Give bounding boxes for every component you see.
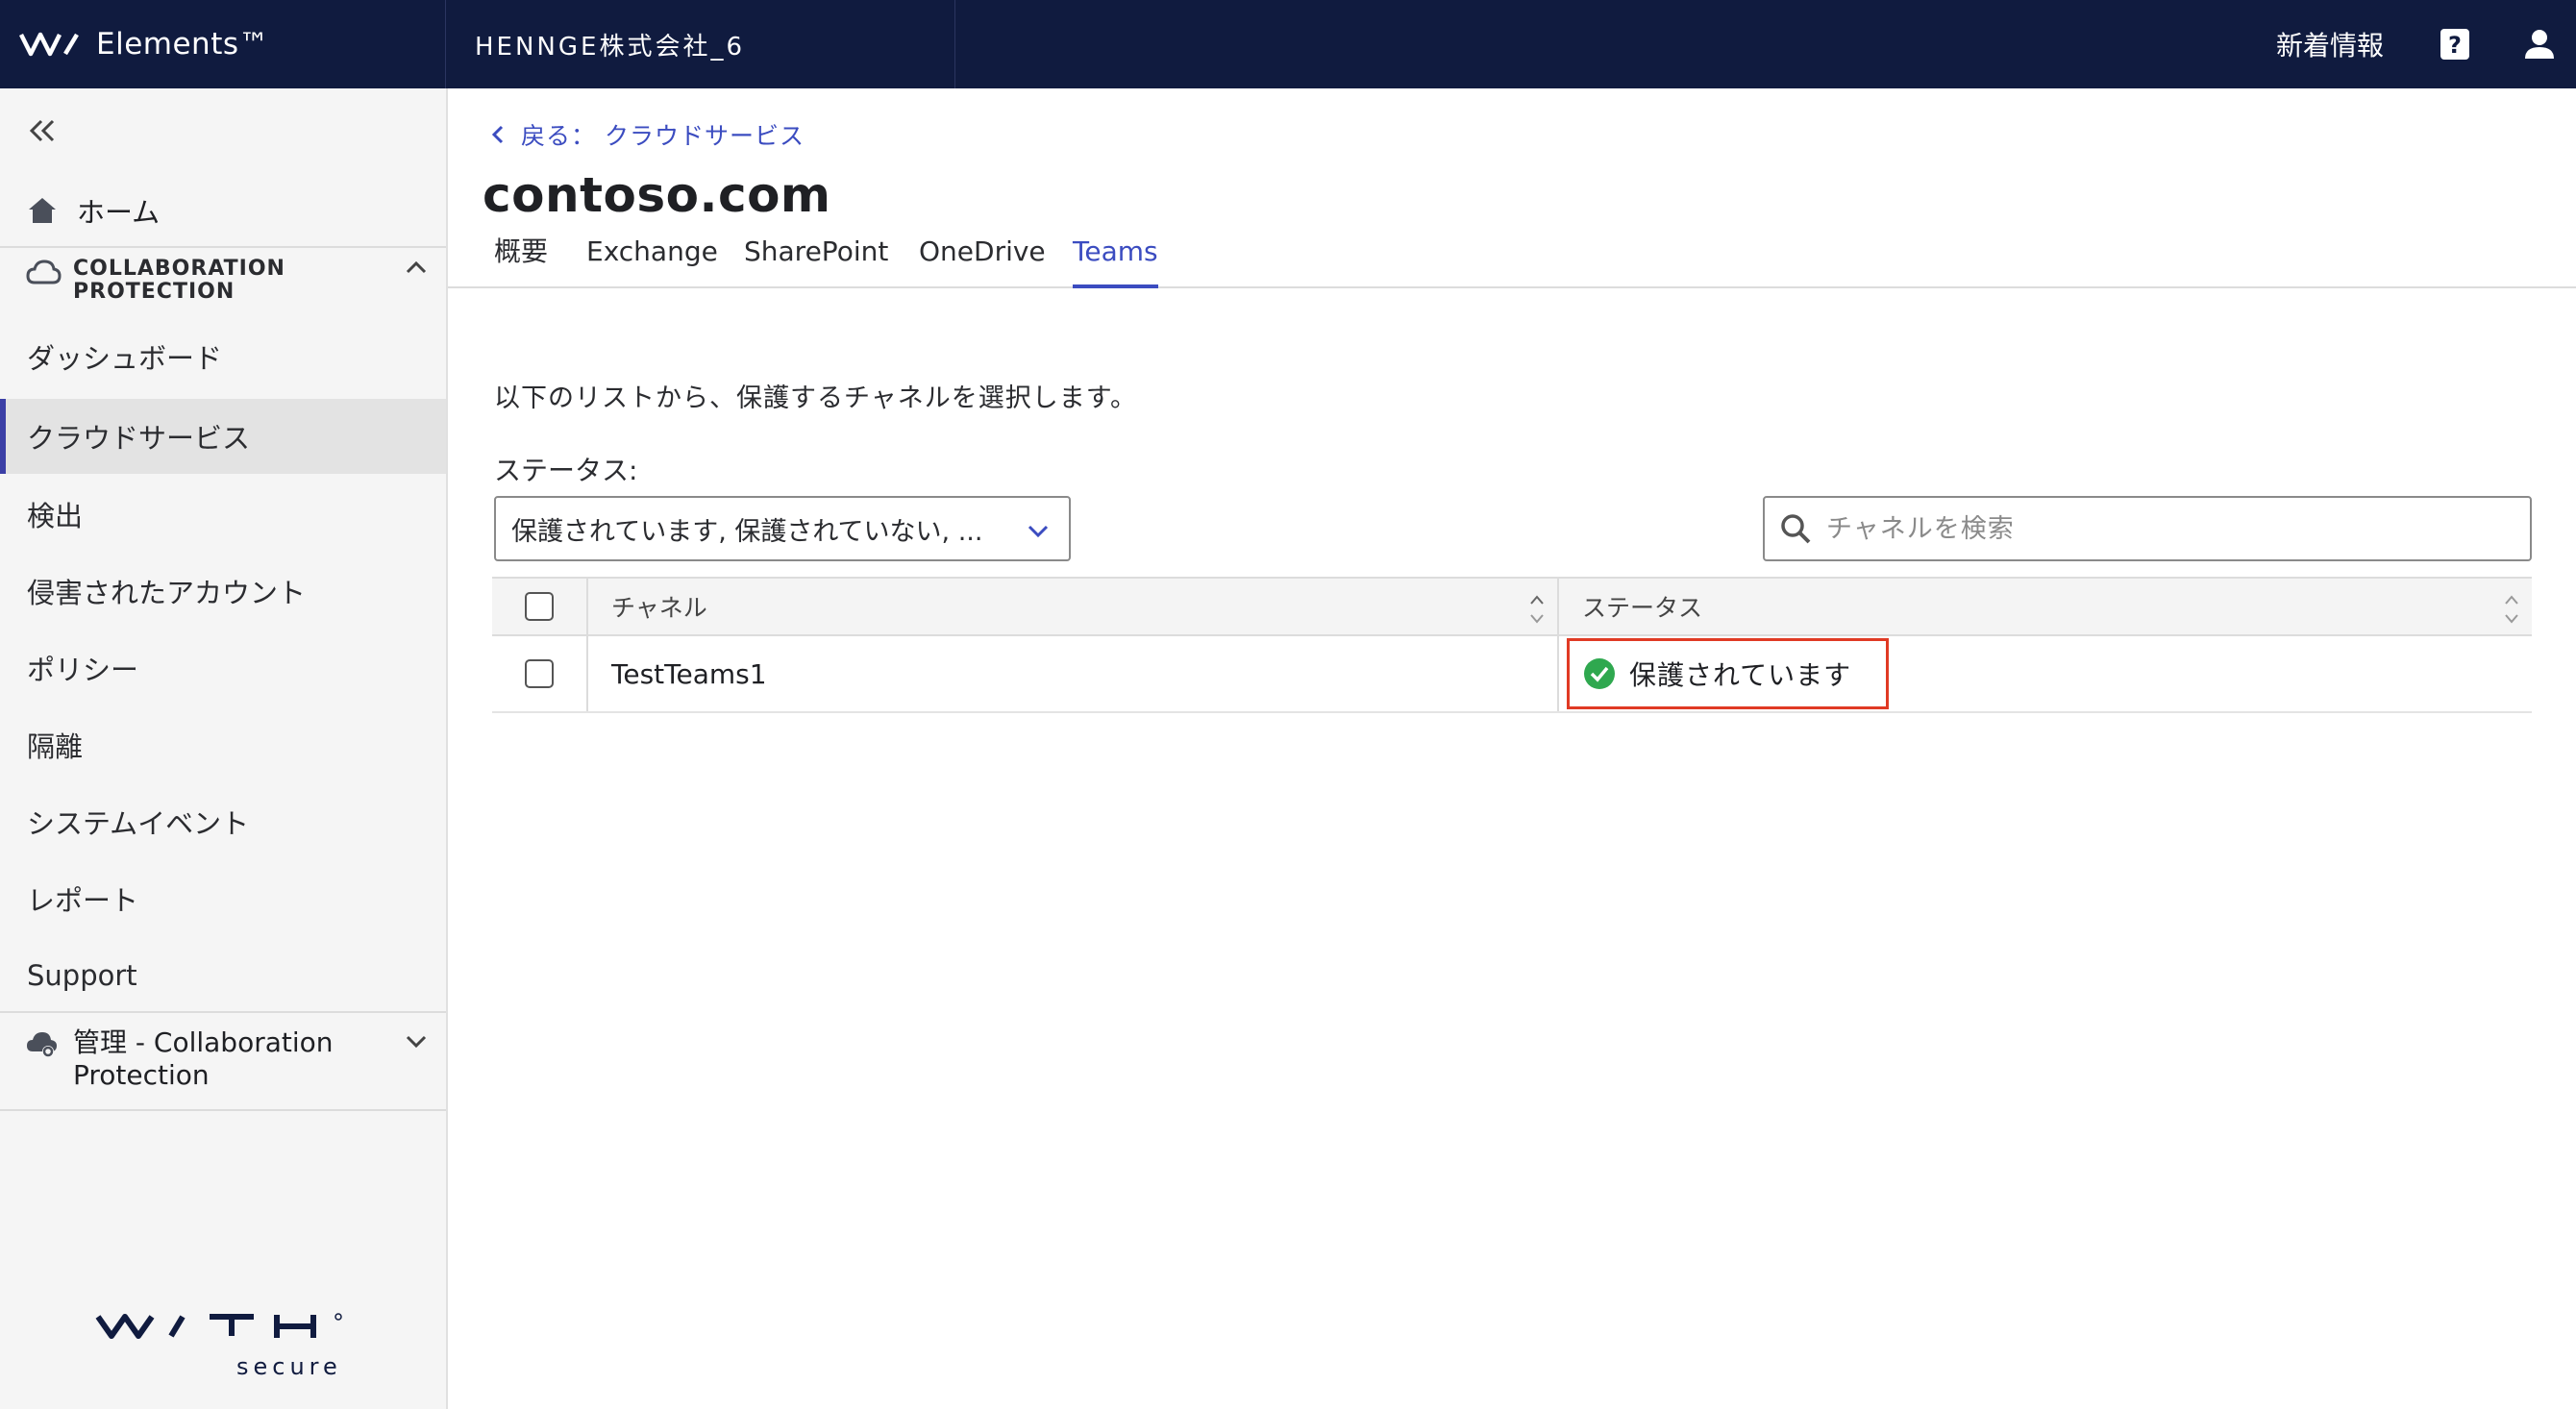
brand[interactable]: Elements™ <box>19 0 446 88</box>
chevron-down-icon[interactable] <box>402 1026 431 1055</box>
status-badge: 保護されています <box>1567 638 1890 709</box>
main-content: 戻る： クラウドサービス contoso.com 概要 Exchange Sha… <box>448 88 2576 1409</box>
channel-search[interactable] <box>1763 496 2532 561</box>
chevron-up-icon[interactable] <box>402 254 431 283</box>
check-circle-icon <box>1584 658 1615 689</box>
row-checkbox-cell <box>492 636 588 711</box>
status-filter-label: ステータス: <box>494 455 638 486</box>
select-all-checkbox[interactable] <box>525 592 554 621</box>
brand-logo-icon <box>19 32 79 57</box>
status-filter-value: 保護されています, 保護されていない, ... <box>511 516 983 547</box>
status-filter-select[interactable]: 保護されています, 保護されていない, ... <box>494 496 1071 561</box>
tab-onedrive[interactable]: OneDrive <box>919 233 1046 288</box>
help-icon[interactable]: ? <box>2434 23 2476 65</box>
sidebar-item-compromised-accounts[interactable]: 侵害されたアカウント <box>0 554 446 629</box>
sort-icon[interactable] <box>2501 590 2522 629</box>
table-header: チャネル ステータス <box>492 577 2532 636</box>
sidebar-item-label: Support <box>27 959 137 992</box>
sidebar-item-label: クラウドサービス <box>27 422 251 455</box>
sidebar-item-label: 侵害されたアカウント <box>27 577 307 609</box>
column-header-label: ステータス <box>1582 594 1703 622</box>
chevron-left-icon <box>491 125 504 144</box>
column-header-label: チャネル <box>611 594 707 622</box>
top-bar: Elements™ HENNGE株式会社_6 新着情報 ? <box>0 0 2576 88</box>
sidebar-item-label: システムイベント <box>27 807 250 840</box>
sidebar-item-detections[interactable]: 検出 <box>0 477 446 552</box>
section-label: COLLABORATION PROTECTION <box>73 257 285 304</box>
tab-bar: 概要 Exchange SharePoint OneDrive Teams <box>448 233 2576 288</box>
top-right-actions: 新着情報 ? <box>2276 0 2576 88</box>
channel-cell: TestTeams1 <box>588 636 1559 711</box>
channel-name: TestTeams1 <box>611 657 767 690</box>
back-link[interactable]: 戻る： クラウドサービス <box>488 117 805 152</box>
tab-sharepoint[interactable]: SharePoint <box>744 233 888 288</box>
section-label: 管理 - Collaboration Protection <box>73 1026 334 1091</box>
sidebar-item-support[interactable]: Support <box>0 938 446 1013</box>
chevron-down-icon <box>1028 525 1049 538</box>
org-name[interactable]: HENNGE株式会社_6 <box>446 0 955 88</box>
home-icon <box>29 198 56 223</box>
sidebar-item-label: ホーム <box>77 196 161 229</box>
status-cell: 保護されています <box>1559 636 2532 711</box>
sidebar-item-label: ポリシー <box>27 654 139 686</box>
page-title: contoso.com <box>483 167 831 223</box>
sidebar-item-quarantine[interactable]: 隔離 <box>0 707 446 782</box>
status-text: 保護されています <box>1629 659 1852 691</box>
channel-table: チャネル ステータス TestTeams1 保護されています <box>492 577 2532 713</box>
tab-exchange[interactable]: Exchange <box>586 233 718 288</box>
section-collaboration-protection[interactable]: COLLABORATION PROTECTION <box>0 246 446 309</box>
sidebar-item-dashboard[interactable]: ダッシュボード <box>0 319 446 394</box>
tab-teams[interactable]: Teams <box>1073 233 1158 288</box>
sidebar-item-system-events[interactable]: システムイベント <box>0 784 446 859</box>
table-row[interactable]: TestTeams1 保護されています <box>492 636 2532 713</box>
back-link-label: 戻る： クラウドサービス <box>521 122 805 150</box>
svg-text:secure: secure <box>236 1353 342 1380</box>
search-icon <box>1781 514 1811 544</box>
sort-icon[interactable] <box>1526 590 1548 629</box>
cloud-icon <box>26 260 62 284</box>
sidebar-item-label: 隔離 <box>27 730 84 763</box>
withsecure-logo: secure <box>95 1313 342 1380</box>
sidebar-item-reports[interactable]: レポート <box>0 861 446 936</box>
row-checkbox[interactable] <box>525 659 554 688</box>
cloud-gear-icon <box>27 1032 57 1057</box>
header-checkbox-cell <box>492 579 588 634</box>
sidebar-item-label: レポート <box>27 884 139 917</box>
section-admin-collaboration-protection[interactable]: 管理 - Collaboration Protection <box>0 1011 446 1111</box>
user-icon[interactable] <box>2518 23 2561 65</box>
sidebar: ホーム COLLABORATION PROTECTION ダッシュボード クラウ… <box>0 88 448 1409</box>
column-header-status[interactable]: ステータス <box>1559 579 2532 634</box>
tab-overview[interactable]: 概要 <box>494 233 548 288</box>
sidebar-item-policies[interactable]: ポリシー <box>0 630 446 705</box>
sidebar-item-label: ダッシュボード <box>27 342 223 375</box>
sidebar-item-home[interactable]: ホーム <box>0 177 446 244</box>
sidebar-item-label: 検出 <box>27 500 84 532</box>
search-input[interactable] <box>1826 513 2499 544</box>
news-link[interactable]: 新着情報 <box>2276 25 2384 63</box>
collapse-icon[interactable] <box>25 113 60 148</box>
description: 以下のリストから、保護するチャネルを選択します。 <box>494 383 1138 413</box>
sidebar-item-cloud-services[interactable]: クラウドサービス <box>0 399 446 474</box>
svg-text:?: ? <box>2448 32 2462 59</box>
column-header-channel[interactable]: チャネル <box>588 579 1559 634</box>
brand-name: Elements™ <box>96 27 269 62</box>
